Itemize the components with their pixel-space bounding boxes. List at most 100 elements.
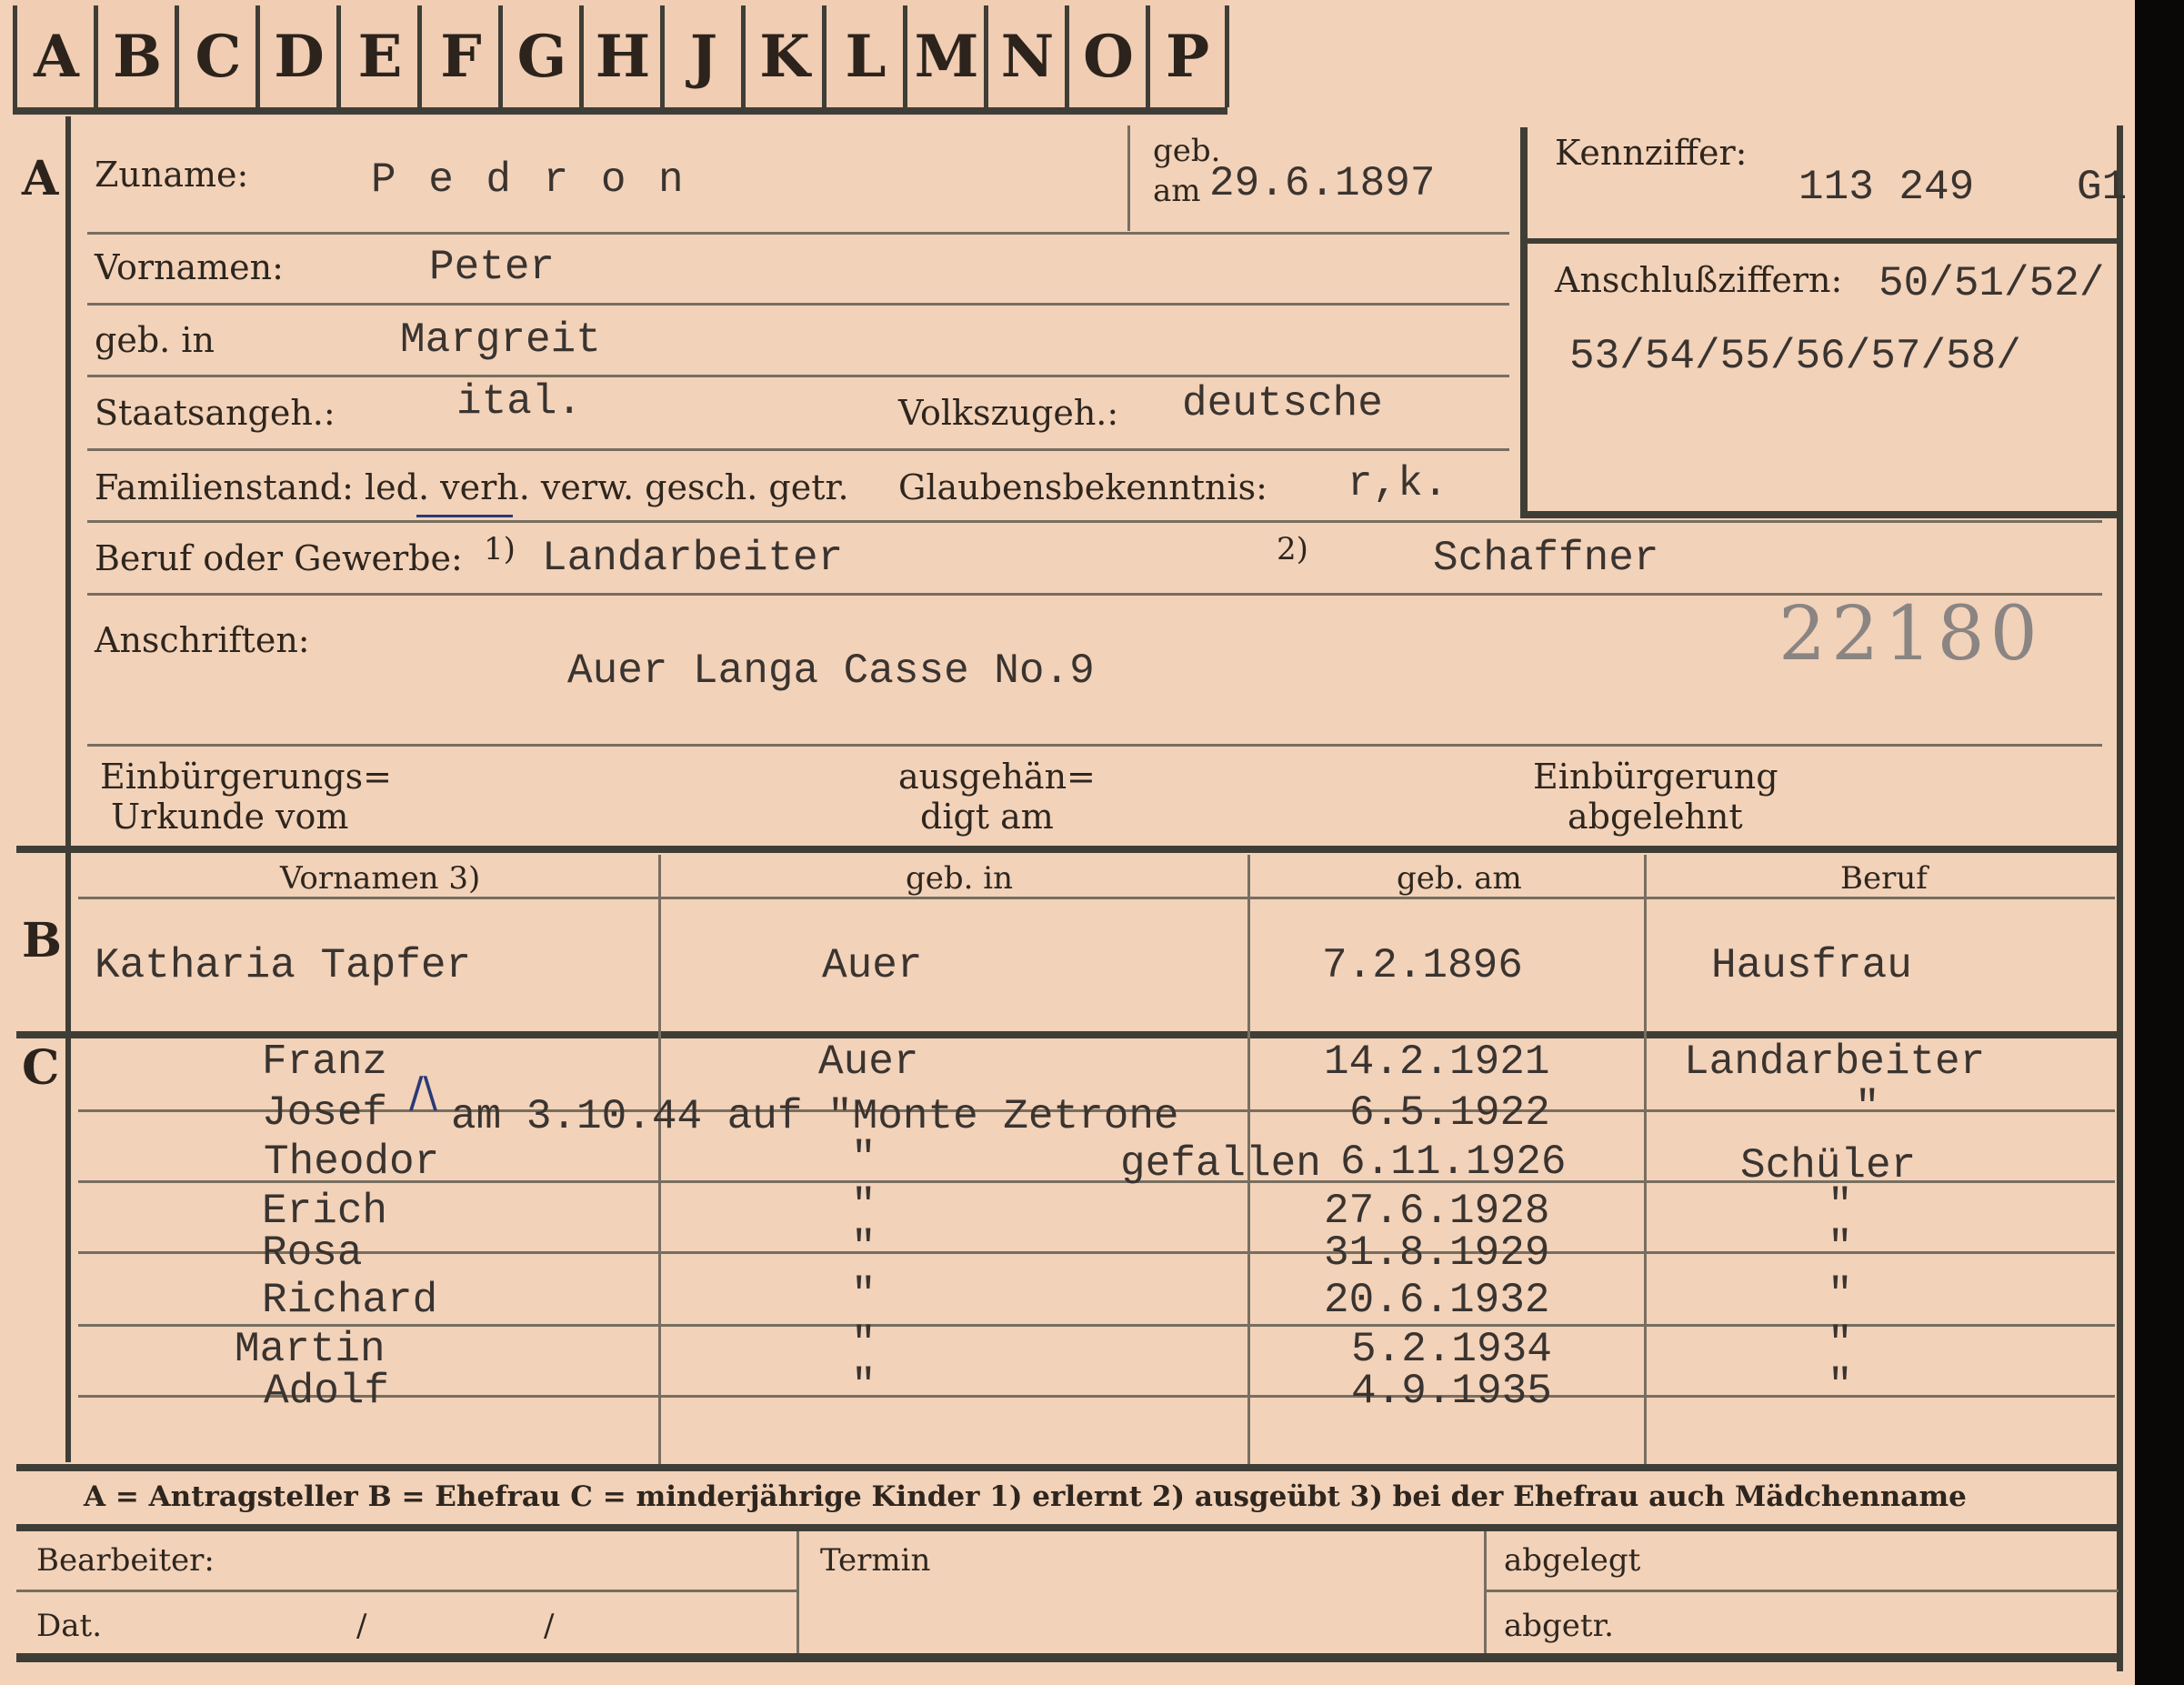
c-place: " — [851, 1320, 877, 1368]
volkszugeh-value: deutsche — [1182, 380, 1383, 427]
c-name: Erich — [262, 1188, 388, 1235]
b-geb-am-value: 7.2.1896 — [1322, 942, 1523, 989]
c-date: 6.11.1926 — [1340, 1138, 1567, 1186]
column-divider — [1644, 855, 1647, 1464]
section-b-top-rule — [16, 846, 2120, 853]
glaubens-label: Glaubensbekenntnis: — [898, 467, 1267, 507]
anschrift-value: Auer Langa Casse No.9 — [567, 647, 1095, 695]
c-date: 31.8.1929 — [1324, 1229, 1550, 1277]
row-divider — [87, 303, 1509, 306]
tab-k[interactable]: K — [741, 5, 824, 107]
alphabet-tab-strip: A B C D E F G H J K L M N O P — [13, 0, 1229, 116]
c-remark-gefallen: gefallen — [1120, 1140, 1321, 1188]
c-date: 27.6.1928 — [1324, 1188, 1550, 1235]
termin-label: Termin — [820, 1542, 931, 1579]
kennziffer-box-left — [1520, 127, 1528, 517]
tab-n[interactable]: N — [984, 5, 1067, 107]
volkszugeh-label: Volkszugeh.: — [898, 393, 1119, 433]
einb-abgelehnt-label-1: Einbürgerung — [1533, 757, 1778, 797]
c-place: Auer — [818, 1038, 919, 1086]
c-date: 4.9.1935 — [1351, 1368, 1552, 1415]
anschluss-value-2: 53/54/55/56/57/58/ — [1569, 333, 2021, 380]
c-job: Landarbeiter — [1684, 1038, 1986, 1086]
beruf-label: Beruf oder Gewerbe: — [95, 538, 463, 578]
c-place: " — [851, 1224, 877, 1271]
einb-urkunde-label-1: Einbürgerungs= — [100, 757, 392, 797]
tab-j[interactable]: J — [660, 5, 743, 107]
legend-text: A = Antragsteller B = Ehefrau C = minder… — [84, 1480, 1967, 1513]
dat-label: Dat. — [36, 1608, 103, 1644]
anschriften-label: Anschriften: — [95, 620, 310, 660]
tab-e[interactable]: E — [336, 5, 419, 107]
b-vornamen-value: Katharia Tapfer — [95, 942, 472, 989]
zuname-label: Zuname: — [95, 155, 249, 195]
beruf-2-value: Schaffner — [1433, 535, 1659, 582]
familienstand-underline — [416, 515, 513, 517]
section-a-marker: A — [22, 151, 59, 206]
c-name: Rosa — [262, 1229, 363, 1277]
beruf-footnote-1: 1) — [484, 531, 516, 567]
beruf-footnote-2: 2) — [1277, 531, 1308, 567]
legend-top-rule — [16, 1464, 2120, 1471]
section-b-marker: B — [22, 913, 62, 968]
c-date: 6.5.1922 — [1349, 1089, 1550, 1137]
kennziffer-value: 113 249 — [1798, 164, 1975, 211]
c-name: Martin — [235, 1326, 386, 1373]
row-divider — [87, 232, 1509, 235]
abgetr-label: abgetr. — [1504, 1608, 1614, 1644]
einb-abgelehnt-label-2: abgelehnt — [1568, 797, 1743, 837]
geb-am-divider — [1127, 125, 1130, 231]
tab-c[interactable]: C — [175, 5, 257, 107]
b-header-vornamen: Vornamen 3) — [280, 860, 481, 897]
b-header-geb-in: geb. in — [906, 860, 1014, 897]
c-job: " — [1828, 1182, 1853, 1229]
c-remark: am 3.10.44 auf "Monte Zetrone — [451, 1093, 1179, 1140]
tab-h[interactable]: H — [579, 5, 662, 107]
tab-b[interactable]: B — [94, 5, 176, 107]
card-number-stamp: 22180 — [1778, 591, 2043, 677]
tab-p[interactable]: P — [1146, 5, 1229, 107]
section-margin-rule — [65, 116, 71, 1462]
geb-am-label-2: am — [1153, 173, 1201, 209]
c-name: Franz — [262, 1038, 388, 1086]
dat-slash-1: / — [356, 1608, 367, 1644]
c-job: " — [1828, 1271, 1853, 1319]
anschluss-value-1: 50/51/52/ — [1878, 260, 2105, 307]
c-name: Josef — [262, 1089, 388, 1137]
beruf-1-value: Landarbeiter — [542, 535, 844, 582]
geb-am-value: 29.6.1897 — [1209, 160, 1436, 207]
c-place: " — [851, 1271, 877, 1319]
ausgehaend-label-1: ausgehän= — [898, 757, 1096, 797]
kennziffer-label: Kennziffer: — [1555, 133, 1748, 173]
tab-d[interactable]: D — [255, 5, 338, 107]
tab-g[interactable]: G — [498, 5, 581, 107]
column-divider — [658, 855, 661, 1464]
row-divider — [87, 448, 1509, 451]
c-row-divider — [78, 1251, 2115, 1254]
tab-f[interactable]: F — [417, 5, 500, 107]
section-c-top-rule — [16, 1031, 2120, 1038]
footer-row-divider — [16, 1590, 796, 1592]
b-beruf-value: Hausfrau — [1711, 942, 1912, 989]
geb-in-label: geb. in — [95, 320, 215, 360]
footer-row-divider — [1484, 1590, 2119, 1592]
row-divider — [87, 744, 2102, 747]
ausgehaend-label-2: digt am — [920, 797, 1054, 837]
tab-a[interactable]: A — [13, 5, 95, 107]
c-name: Adolf — [264, 1368, 390, 1415]
right-border — [2117, 125, 2123, 1671]
c-place: " — [851, 1135, 877, 1182]
section-c-marker: C — [22, 1040, 60, 1096]
tab-o[interactable]: O — [1065, 5, 1147, 107]
glaubens-value: r,k. — [1347, 460, 1448, 507]
c-job: " — [1855, 1084, 1880, 1131]
registration-card: A B C D E F G H J K L M N O P A Zuname: … — [0, 0, 2135, 1685]
tab-l[interactable]: L — [822, 5, 905, 107]
tab-m[interactable]: M — [903, 5, 986, 107]
zuname-value: P e d r o n — [371, 156, 687, 204]
c-name: Richard — [262, 1277, 438, 1324]
c-job: " — [1828, 1362, 1853, 1409]
b-header-beruf: Beruf — [1840, 860, 1928, 897]
b-header-geb-am: geb. am — [1397, 860, 1522, 897]
anschluss-label: Anschlußziffern: — [1555, 260, 1843, 300]
